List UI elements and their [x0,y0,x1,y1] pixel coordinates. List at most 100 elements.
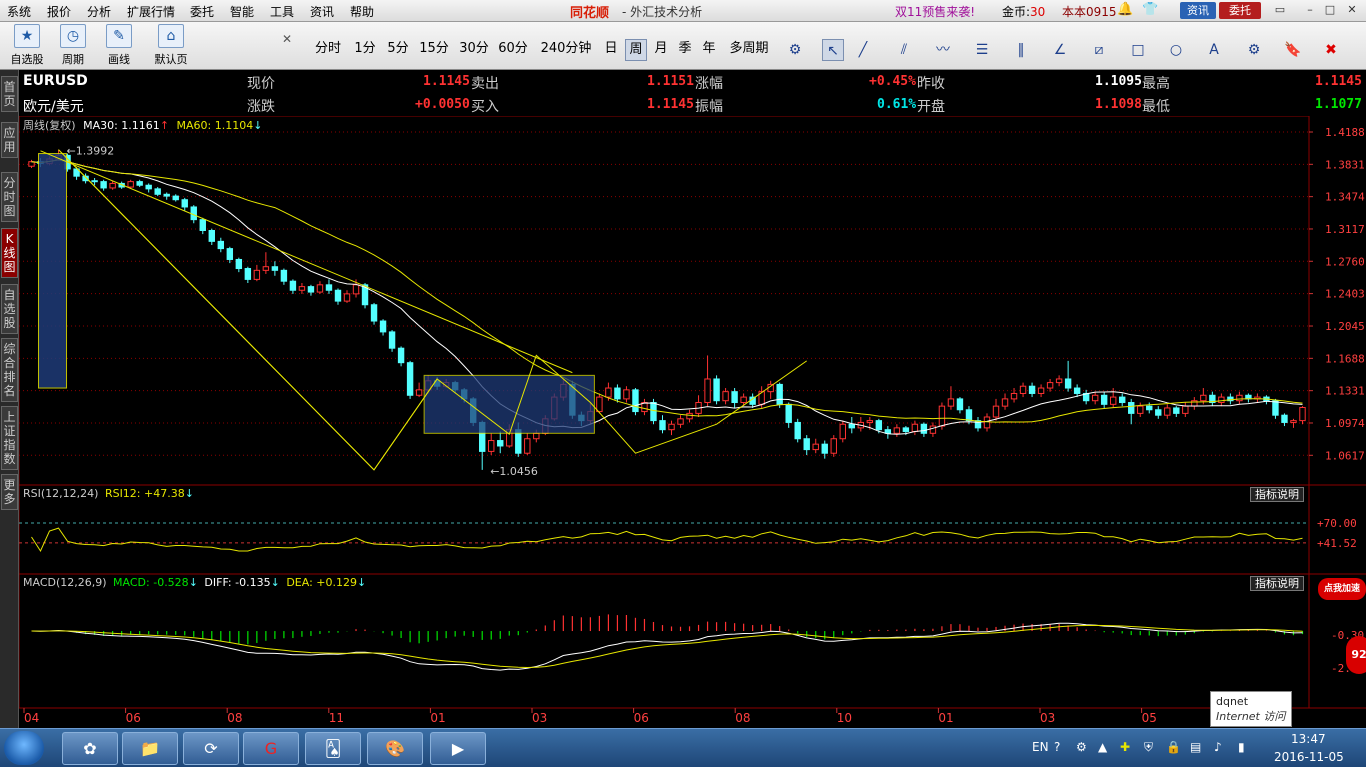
period-tick[interactable]: 分时 [311,39,345,61]
wave-tool-icon[interactable]: 〰 [932,39,954,61]
shield-icon[interactable]: ⛨ [1144,740,1153,755]
add-icon[interactable]: ✚ [1120,740,1130,754]
collapse-icon[interactable]: ✕ [282,32,292,46]
menu-system[interactable]: 系统 [7,3,31,20]
promo-link[interactable]: 双11预售来袭! [895,3,975,20]
menu-analysis[interactable]: 分析 [87,3,111,20]
taskbar-app-explorer[interactable]: 📁 [122,732,178,765]
maximize-icon[interactable]: □ [1322,3,1338,17]
side-tab-kline[interactable]: K线图 [1,228,18,278]
side-tab-timeshare[interactable]: 分时图 [1,172,18,222]
bell-icon[interactable]: 🔔 [1117,2,1133,17]
trade-button[interactable]: 委托 [1219,2,1261,19]
play-icon: ▶ [451,739,465,758]
period-240min[interactable]: 240分钟 [538,39,594,61]
candle-body [199,219,206,232]
quote-panel: EURUSD 欧元/美元 现价 涨跌 1.1145 +0.0050 卖出 买入 … [19,70,1366,116]
channel-tool-icon[interactable]: ⧄ [1088,39,1110,61]
period-month[interactable]: 月 [650,39,672,61]
help-icon[interactable]: ? [1054,740,1060,754]
speedup-circle[interactable]: 92 [1346,636,1366,674]
side-tab-apps[interactable]: 应用 [1,122,18,158]
parallel-tool-icon[interactable]: ⫽ [893,39,915,61]
pointer-icon[interactable]: ↖ [822,39,844,61]
candle-body [794,421,801,440]
period-60min[interactable]: 60分 [495,39,531,61]
period-30min[interactable]: 30分 [456,39,492,61]
clock-date[interactable]: 2016-11-05 [1274,750,1344,764]
restore-icon[interactable]: ▭ [1272,3,1288,17]
settings-tool-icon[interactable]: ⚙ [1243,39,1265,61]
menu-tools[interactable]: 工具 [270,3,294,20]
candle-body [1290,420,1297,423]
text-tool-icon[interactable]: A [1203,39,1225,61]
arrow-up-icon: ↑ [159,119,170,132]
ellipse-tool-icon[interactable]: ○ [1165,39,1187,61]
angle-tool-icon[interactable]: ∠ [1049,39,1071,61]
period-button[interactable]: ◷ 周期 [52,24,94,68]
candle-body [686,412,693,420]
period-season[interactable]: 季 [674,39,696,61]
tray-tools-icon[interactable]: ⚙ [1076,740,1087,754]
menu-trade[interactable]: 委托 [190,3,214,20]
speaker-icon[interactable]: ♪ [1214,740,1222,754]
side-tab-more[interactable]: 更多 [1,474,18,510]
macd-help-button[interactable]: 指标说明 [1250,576,1304,591]
fib-tool-icon[interactable]: ☰ [971,39,993,61]
menu-smart[interactable]: 智能 [230,3,254,20]
bookmark-tool-icon[interactable]: 🔖 [1282,39,1304,61]
taskbar-app-g[interactable]: G [243,732,299,765]
taskbar-app-refresh[interactable]: ⟳ [183,732,239,765]
candle-body [379,320,387,333]
candle-body [911,423,919,432]
clock-icon: ◷ [60,24,86,48]
side-tab-ranking[interactable]: 综合排名 [1,338,18,402]
rsi-help-button[interactable]: 指标说明 [1250,487,1304,502]
delete-tool-icon[interactable]: ✖ [1320,39,1342,61]
candle-body [352,284,360,295]
period-1min[interactable]: 1分 [350,39,380,61]
period-week[interactable]: 周 [625,39,647,61]
side-tab-shanghai-index[interactable]: 上证指数 [1,406,18,470]
period-day[interactable]: 日 [600,39,622,61]
menu-help[interactable]: 帮助 [350,3,374,20]
candle-body [1155,409,1162,416]
cycle-tool-icon[interactable]: ‖ [1010,39,1032,61]
kline-chart[interactable]: 1.4188 1.3831 1.3474 1.3117 1.2760 1.2403 1.20… [19,116,1366,728]
news-button[interactable]: 资讯 [1180,2,1216,19]
chevron-up-icon[interactable]: ▲ [1098,740,1107,754]
taskbar-app-cards[interactable]: 🂡 [305,732,361,765]
language-indicator[interactable]: EN [1032,740,1049,754]
favorites-button[interactable]: ★ 自选股 [6,24,48,68]
start-button[interactable] [4,731,44,765]
line-tool-icon[interactable]: ╱ [852,39,874,61]
taskbar-app-player[interactable]: ▶ [430,732,486,765]
network-icon[interactable]: ▤ [1190,740,1201,754]
menu-news[interactable]: 资讯 [310,3,334,20]
candle-body [208,230,215,242]
side-tab-home[interactable]: 首页 [1,76,18,112]
lock-icon[interactable]: 🔒 [1166,740,1181,754]
sell-value: 1.1151 [647,74,694,89]
menu-quote[interactable]: 报价 [47,3,71,20]
rect-tool-icon[interactable]: □ [1127,39,1149,61]
close-icon[interactable]: ✕ [1344,3,1360,17]
menu-extended-quotes[interactable]: 扩展行情 [127,3,175,20]
taskbar-app-picasa[interactable]: ✿ [62,732,118,765]
period-multi[interactable]: 多周期 [725,39,773,61]
battery-icon[interactable]: ▮ [1238,740,1245,754]
gear-icon[interactable]: ⚙ [784,39,806,61]
period-5min[interactable]: 5分 [383,39,413,61]
clock-time[interactable]: 13:47 [1291,732,1326,746]
period-15min[interactable]: 15分 [416,39,452,61]
draw-line-button[interactable]: ✎ 画线 [98,24,140,68]
default-page-button[interactable]: ⌂ 默认页 [150,24,192,68]
period-year[interactable]: 年 [698,39,720,61]
username[interactable]: 本本0915 [1062,3,1117,20]
speedup-badge[interactable]: 点我加速 [1318,578,1366,600]
side-tab-watchlist[interactable]: 自选股 [1,284,18,334]
taskbar-app-paint[interactable]: 🎨 [367,732,423,765]
shirt-icon[interactable]: 👕 [1142,2,1158,17]
minimize-icon[interactable]: – [1302,3,1318,17]
candle-body [1055,378,1063,384]
